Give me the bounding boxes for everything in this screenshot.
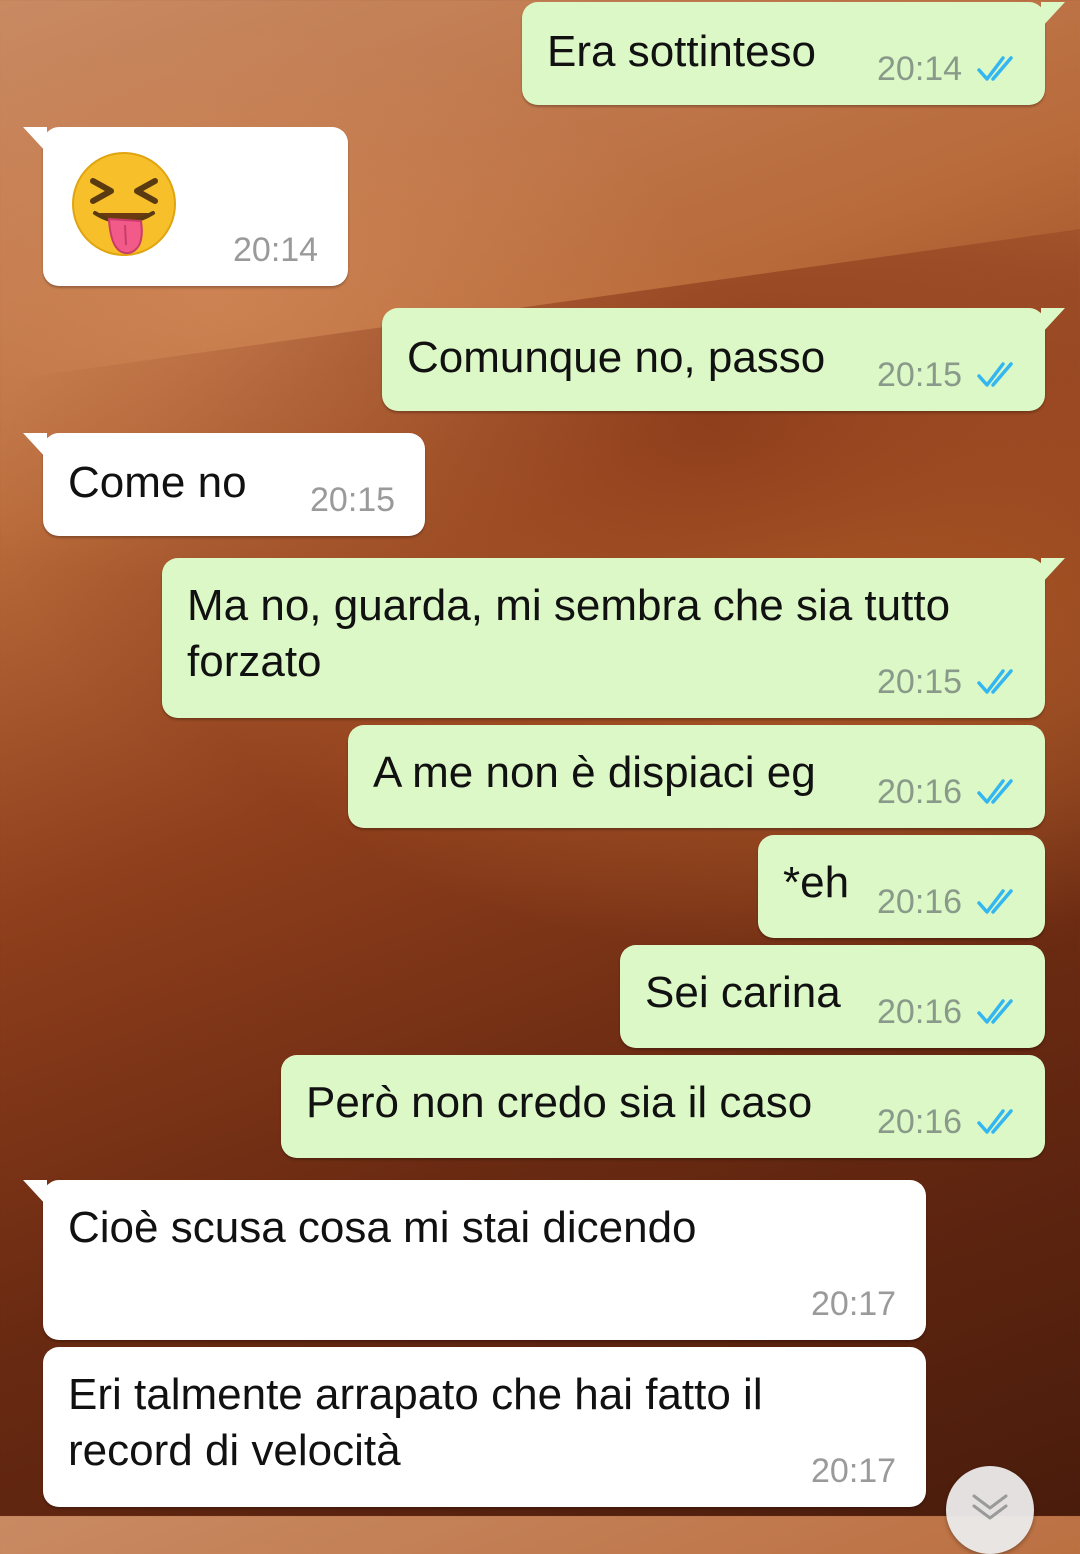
message-bubble-incoming[interactable]: Come no 20:15 [23, 433, 425, 536]
message-time: 20:14 [233, 231, 319, 269]
read-ticks-icon [977, 999, 1013, 1024]
message-time: 20:16 [877, 883, 963, 921]
message-time: 20:17 [811, 1285, 897, 1323]
message-bubble-outgoing[interactable]: Era sottinteso 20:14 [522, 2, 1065, 105]
message-time: 20:17 [811, 1452, 897, 1490]
message-text: Comunque no, passo [407, 333, 826, 382]
message-text: Sei carina [645, 968, 841, 1017]
squinting-face-with-tongue-icon [72, 152, 176, 256]
message-bubble-outgoing[interactable]: *eh 20:16 [758, 835, 1045, 938]
message-text: Cioè scusa cosa mi stai dicendo [68, 1203, 697, 1252]
read-ticks-icon [977, 56, 1013, 81]
message-time: 20:15 [877, 356, 963, 394]
message-text-line: Eri talmente arrapato che hai fatto il [68, 1370, 763, 1419]
message-bubble-outgoing[interactable]: Però non credo sia il caso 20:16 [281, 1055, 1045, 1158]
read-ticks-icon [977, 362, 1013, 387]
message-time: 20:16 [877, 1103, 963, 1141]
message-text-line: forzato [187, 637, 322, 686]
message-time: 20:16 [877, 993, 963, 1031]
read-ticks-icon [977, 889, 1013, 914]
message-text: Come no [68, 458, 247, 507]
message-time: 20:14 [877, 50, 963, 88]
message-text: A me non è dispiaci eg [373, 748, 816, 797]
message-text: Era sottinteso [547, 27, 817, 76]
read-ticks-icon [977, 779, 1013, 804]
message-text: *eh [783, 858, 850, 907]
message-bubble-outgoing[interactable]: A me non è dispiaci eg 20:16 [348, 725, 1045, 828]
message-bubble-outgoing[interactable]: Ma no, guarda, mi sembra che sia tutto f… [162, 558, 1065, 718]
message-bubble-outgoing[interactable]: Sei carina 20:16 [620, 945, 1045, 1048]
message-bubble-incoming[interactable]: Eri talmente arrapato che hai fatto il r… [43, 1347, 926, 1507]
message-bubble-incoming[interactable]: 20:14 [23, 127, 348, 286]
message-bubble-incoming[interactable]: Cioè scusa cosa mi stai dicendo 20:17 [23, 1180, 926, 1340]
message-bubble-outgoing[interactable]: Comunque no, passo 20:15 [382, 308, 1065, 411]
read-ticks-icon [977, 669, 1013, 694]
scroll-to-bottom-button[interactable] [946, 1466, 1034, 1554]
message-time: 20:15 [310, 481, 396, 519]
chevron-double-down-icon [972, 1494, 1008, 1520]
message-text-line: record di velocità [68, 1426, 401, 1475]
read-ticks-icon [977, 1109, 1013, 1134]
message-text-line: Ma no, guarda, mi sembra che sia tutto [187, 581, 951, 630]
message-text: Però non credo sia il caso [306, 1078, 813, 1127]
message-time: 20:16 [877, 773, 963, 811]
message-time: 20:15 [877, 663, 963, 701]
